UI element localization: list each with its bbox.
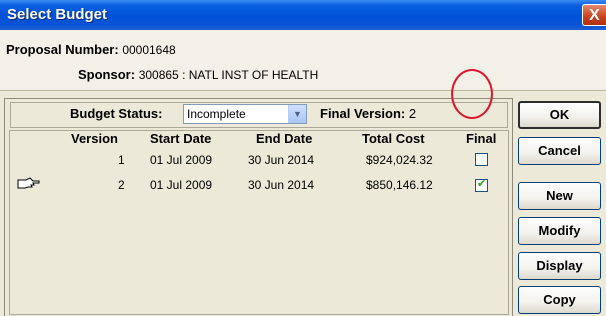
- budget-versions-table: Version Start Date End Date Total Cost F…: [9, 130, 509, 315]
- sponsor-label: Sponsor:: [78, 67, 136, 82]
- status-bar: Budget Status: Incomplete ▼ Final Versio…: [10, 102, 508, 128]
- total-cost-cell: $850,146.12: [366, 178, 433, 192]
- close-icon[interactable]: X: [582, 4, 606, 26]
- col-header-end-date: End Date: [256, 131, 313, 146]
- final-version-label: Final Version:: [320, 106, 406, 121]
- col-header-version: Version: [71, 131, 118, 146]
- display-button[interactable]: Display: [518, 252, 601, 280]
- sponsor-value: 300865 : NATL INST OF HEALTH: [138, 68, 319, 82]
- chevron-down-icon[interactable]: ▼: [288, 105, 306, 123]
- end-date-cell: 30 Jun 2014: [248, 153, 315, 167]
- modify-button[interactable]: Modify: [518, 217, 601, 245]
- budget-status-label: Budget Status:: [70, 106, 163, 121]
- start-date-cell: 01 Jul 2009: [150, 153, 213, 167]
- sponsor-info: Sponsor: 300865 : NATL INST OF HEALTH: [78, 67, 318, 82]
- title-bar[interactable]: Select Budget X: [0, 0, 606, 30]
- budget-status-select[interactable]: Incomplete ▼: [183, 104, 307, 124]
- col-header-start-date: Start Date: [150, 131, 212, 146]
- pointing-hand-icon: [17, 177, 40, 189]
- proposal-label: Proposal Number:: [6, 42, 119, 57]
- copy-button[interactable]: Copy: [518, 286, 601, 314]
- version-cell: 1: [118, 153, 125, 167]
- budget-panel: Budget Status: Incomplete ▼ Final Versio…: [4, 98, 513, 316]
- cancel-button[interactable]: Cancel: [518, 137, 601, 165]
- new-button[interactable]: New: [518, 182, 601, 210]
- select-budget-dialog: Select Budget X Proposal Number: 0000164…: [0, 0, 606, 316]
- highlight-circle: [451, 69, 493, 119]
- col-header-final: Final: [466, 131, 497, 146]
- proposal-header: Proposal Number: 00001648 Sponsor: 30086…: [0, 30, 606, 91]
- budget-status-value: Incomplete: [187, 107, 246, 121]
- final-checkbox[interactable]: [475, 177, 488, 192]
- start-date-cell: 01 Jul 2009: [150, 178, 213, 192]
- proposal-number: 00001648: [122, 43, 176, 57]
- window-title: Select Budget: [7, 6, 108, 23]
- total-cost-cell: $924,024.32: [366, 153, 433, 167]
- final-version-value: 2: [408, 106, 417, 121]
- ok-button[interactable]: OK: [518, 101, 601, 129]
- version-cell: 2: [118, 178, 125, 192]
- end-date-cell: 30 Jun 2014: [248, 178, 315, 192]
- final-version: Final Version: 2: [320, 106, 416, 121]
- proposal-info: Proposal Number: 00001648: [6, 42, 176, 57]
- col-header-total-cost: Total Cost: [362, 131, 425, 146]
- final-checkbox[interactable]: [475, 153, 488, 166]
